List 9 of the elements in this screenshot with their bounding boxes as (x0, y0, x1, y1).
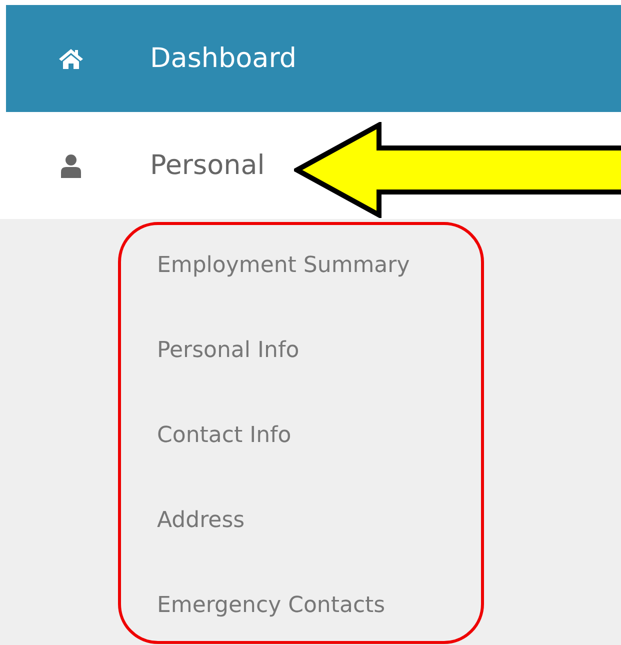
submenu-item[interactable]: Employment Summary (6, 223, 621, 308)
menu-label: Personal (150, 150, 265, 181)
submenu-item[interactable]: Address (6, 478, 621, 563)
submenu-item[interactable]: Contact Info (6, 393, 621, 478)
submenu-item[interactable]: Emergency Contacts (6, 563, 621, 645)
submenu-item[interactable]: Personal Info (6, 308, 621, 393)
menu-label: Dashboard (150, 43, 296, 74)
menu-item[interactable]: Personal (6, 150, 269, 181)
menu-item[interactable]: Dashboard (6, 43, 300, 74)
